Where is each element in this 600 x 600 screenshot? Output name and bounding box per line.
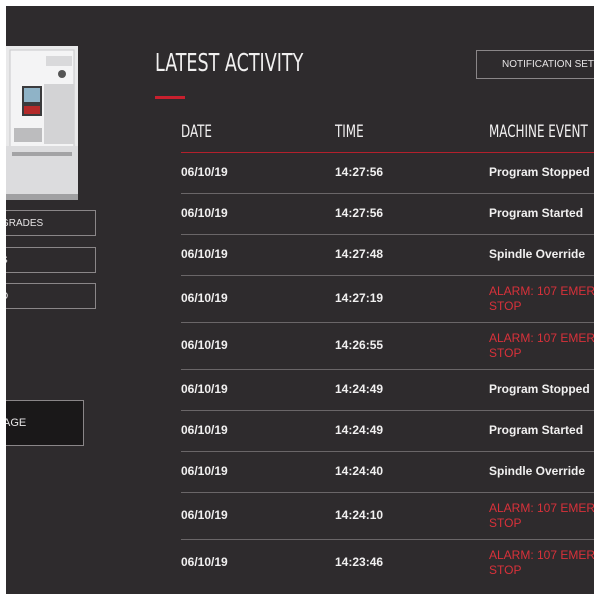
time-cell: 14:27:19 [335,291,384,305]
date-cell: 06/10/19 [181,338,228,352]
event-cell: Program Started [489,206,584,220]
event-cell: Program Stopped [489,382,590,396]
table-row: 06/10/19 14:24:49 Program Started [181,411,594,452]
menu-item-label: GRADES [6,218,44,229]
alarm-event-cell: ALARM: 107 EMERG STOP [489,548,594,577]
menu-item-2[interactable]: S [6,247,96,273]
title-accent-bar [155,96,185,99]
time-cell: 14:24:49 [335,423,384,437]
time-cell: 14:27:56 [335,165,384,179]
time-cell: 14:24:40 [335,464,384,478]
time-cell: 14:26:55 [335,338,384,352]
date-cell: 06/10/19 [181,382,228,396]
table-row: 06/10/19 14:24:49 Program Stopped [181,370,594,411]
alarm-event-cell: ALARM: 107 EMERG STOP [489,331,594,360]
activity-table: DATE TIME MACHINE EVENT 06/10/19 14:27:5… [181,116,594,586]
table-row: 06/10/19 14:23:46 ALARM: 107 EMERG STOP [181,540,594,586]
column-header-time: TIME [335,122,364,142]
page-button[interactable]: AGE [6,400,84,446]
date-cell: 06/10/19 [181,423,228,437]
date-cell: 06/10/19 [181,165,228,179]
table-row: 06/10/19 14:24:10 ALARM: 107 EMERG STOP [181,493,594,540]
column-header-date: DATE [181,122,212,142]
time-cell: 14:23:46 [335,555,384,569]
alarm-event-cell: ALARM: 107 EMERG STOP [489,284,594,313]
table-row: 06/10/19 14:27:19 ALARM: 107 EMERG STOP [181,276,594,323]
table-row: 06/10/19 14:27:56 Program Stopped [181,153,594,194]
table-header: DATE TIME MACHINE EVENT [181,116,594,153]
table-row: 06/10/19 14:27:48 Spindle Override [181,235,594,276]
menu-item-label: S [6,248,8,272]
time-cell: 14:24:10 [335,508,384,522]
alarm-event-cell: ALARM: 107 EMERG STOP [489,501,594,530]
event-cell: Program Started [489,423,584,437]
time-cell: 14:27:48 [335,247,384,261]
event-cell: Spindle Override [489,464,586,478]
page-button-label: AGE [6,417,27,429]
menu-item-upgrades[interactable]: GRADES [6,210,96,236]
page-title: LATEST ACTIVITY [155,48,304,77]
time-cell: 14:27:56 [335,206,384,220]
event-cell: Spindle Override [489,247,586,261]
table-row: 06/10/19 14:24:40 Spindle Override [181,452,594,493]
date-cell: 06/10/19 [181,464,228,478]
app-frame: GRADES S D AGE LATEST ACTIVITY NOTIFICAT… [6,6,594,594]
date-cell: 06/10/19 [181,291,228,305]
date-cell: 06/10/19 [181,508,228,522]
table-row: 06/10/19 14:27:56 Program Started [181,194,594,235]
table-row: 06/10/19 14:26:55 ALARM: 107 EMERG STOP [181,323,594,370]
date-cell: 06/10/19 [181,247,228,261]
time-cell: 14:24:49 [335,382,384,396]
machine-image [6,46,78,200]
menu-item-3[interactable]: D [6,283,96,309]
date-cell: 06/10/19 [181,555,228,569]
date-cell: 06/10/19 [181,206,228,220]
column-header-event: MACHINE EVENT [489,122,588,142]
event-cell: Program Stopped [489,165,590,179]
notification-settings-button[interactable]: NOTIFICATION SETTI [476,50,594,79]
menu-item-label: D [6,284,8,308]
